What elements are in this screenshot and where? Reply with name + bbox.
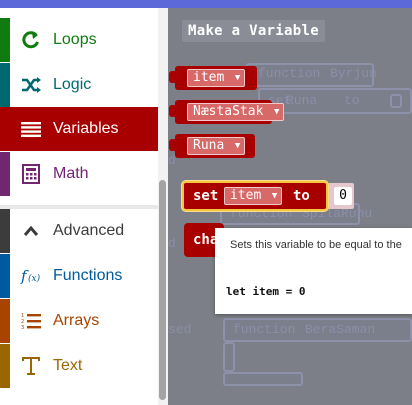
category-logic[interactable]: Logic [0, 63, 158, 107]
text-t-icon [20, 355, 42, 377]
toolbox-scrollbar-thumb[interactable] [159, 180, 166, 400]
set-keyword: set [193, 188, 219, 204]
make-variable-button[interactable]: Make a Variable [182, 20, 325, 42]
variable-name: item [193, 70, 225, 85]
category-label: Logic [53, 76, 92, 93]
variable-name: NæstaStak [193, 104, 264, 119]
block-output-notch [169, 139, 177, 151]
block-output-notch [169, 71, 177, 83]
fx-icon: f (x) [20, 265, 42, 287]
loop-arrow-icon [20, 29, 42, 51]
category-color-stripe [0, 254, 10, 298]
category-advanced[interactable]: Advanced [0, 209, 158, 253]
dropdown-arrow-icon: ▼ [234, 73, 241, 83]
category-arrays[interactable]: 123 Arrays [0, 299, 158, 343]
category-color-stripe [0, 152, 10, 196]
set-variable-block[interactable]: set item ▼ to 0 [182, 181, 352, 211]
ghost-block-body [223, 342, 235, 372]
set-variable-dropdown[interactable]: item ▼ [224, 187, 283, 205]
calculator-icon [20, 163, 42, 185]
tooltip-code-sample: let item = 0 [226, 285, 306, 298]
category-color-stripe [0, 18, 10, 62]
ghost-text-fragment: d [168, 236, 176, 251]
category-label: Arrays [53, 312, 100, 329]
category-color-stripe [0, 299, 10, 343]
chevron-up-icon [20, 220, 42, 242]
ghost-text-fragment: sed [168, 322, 192, 337]
ghost-to-keyword: to [344, 93, 360, 108]
variable-name: Runa [193, 138, 225, 153]
ghost-function-name: Byrjun [330, 66, 377, 81]
category-variables[interactable]: Variables [0, 107, 158, 151]
block-output-notch [169, 105, 177, 117]
list-lines-icon [20, 118, 42, 140]
ghost-function-keyword: function [233, 322, 296, 337]
variable-dropdown[interactable]: NæstaStak ▼ [187, 103, 285, 121]
category-functions[interactable]: f (x) Functions [0, 254, 158, 298]
variable-block-item[interactable]: item ▼ [169, 66, 257, 90]
top-bar-strip [0, 0, 412, 8]
variable-block-runa[interactable]: Runa ▼ [169, 134, 255, 158]
category-math[interactable]: Math [0, 152, 158, 196]
to-keyword: to [293, 188, 310, 204]
category-label: Variables [53, 120, 119, 137]
dropdown-arrow-icon: ▼ [274, 107, 280, 117]
category-label: Advanced [53, 222, 125, 239]
ghost-variable-name: Runa [286, 93, 318, 108]
ghost-block-footer [223, 372, 303, 386]
category-color-stripe [0, 63, 10, 107]
dropdown-arrow-icon: ▼ [234, 141, 241, 151]
category-color-stripe [0, 209, 10, 253]
category-label: Loops [53, 31, 97, 48]
toolbox: Loops Logic Variables Math Advanced f (x) [0, 8, 158, 405]
category-color-stripe [0, 107, 10, 151]
variable-name: item [230, 188, 262, 203]
category-label: Text [53, 357, 83, 374]
category-text[interactable]: Text [0, 344, 158, 388]
svg-text:(x): (x) [28, 273, 41, 284]
numbered-list-icon: 123 [20, 310, 42, 332]
variable-dropdown[interactable]: Runa ▼ [187, 137, 246, 155]
category-color-stripe [0, 344, 10, 388]
block-tooltip: Sets this variable to be equal to the le… [215, 228, 412, 314]
ghost-function-name: BeraSaman [305, 322, 376, 337]
category-label: Functions [53, 267, 123, 284]
tooltip-description: Sets this variable to be equal to the [230, 239, 402, 251]
dropdown-arrow-icon: ▼ [271, 191, 278, 201]
value-number-field[interactable]: 0 [334, 187, 352, 205]
category-label: Math [53, 165, 89, 182]
category-loops[interactable]: Loops [0, 18, 158, 62]
ghost-value-slot [390, 94, 402, 108]
variable-dropdown[interactable]: item ▼ [187, 69, 246, 87]
variable-block-naestastak[interactable]: NæstaStak ▼ [169, 100, 285, 124]
svg-text:3: 3 [21, 325, 24, 330]
shuffle-icon [20, 74, 42, 96]
ghost-function-keyword: function [258, 66, 321, 81]
